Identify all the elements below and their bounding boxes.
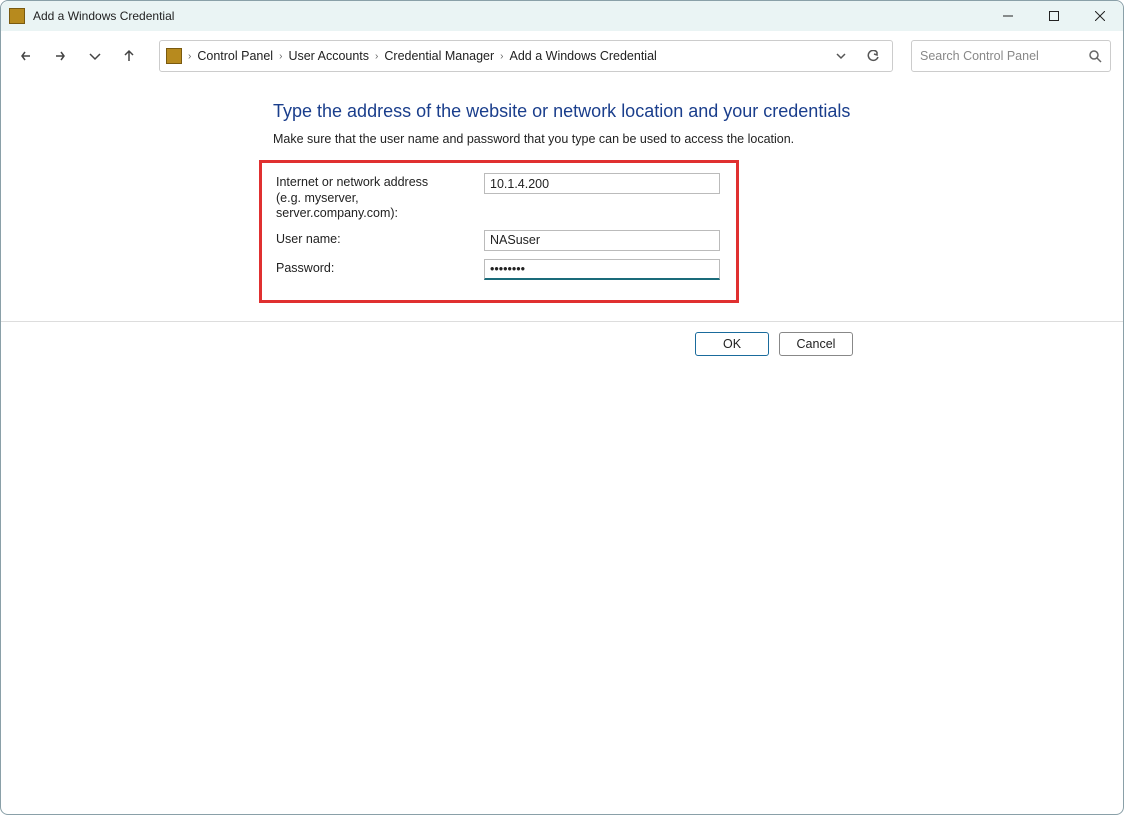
search-icon [1089,50,1102,63]
address-label: Internet or network address (e.g. myserv… [276,173,484,222]
password-row: Password: [276,259,722,280]
username-row: User name: [276,230,722,251]
button-row: OK Cancel [273,322,853,356]
arrow-right-icon [54,49,68,63]
address-bar[interactable]: › Control Panel › User Accounts › Creden… [159,40,893,72]
app-icon [9,8,25,24]
breadcrumb-item[interactable]: Add a Windows Credential [510,49,657,63]
arrow-up-icon [122,49,136,63]
chevron-down-icon [835,50,847,62]
breadcrumb-separator-icon: › [500,51,503,62]
control-panel-icon [166,48,182,64]
address-input[interactable] [484,173,720,194]
search-placeholder: Search Control Panel [920,49,1039,63]
breadcrumb-separator-icon: › [279,51,282,62]
breadcrumb-separator-icon: › [375,51,378,62]
nav-up-button[interactable] [115,42,143,70]
search-input[interactable]: Search Control Panel [911,40,1111,72]
maximize-icon [1049,11,1059,21]
window-title: Add a Windows Credential [33,9,174,23]
title-bar: Add a Windows Credential [1,1,1123,31]
username-input[interactable] [484,230,720,251]
breadcrumb-item[interactable]: Credential Manager [384,49,494,63]
refresh-button[interactable] [860,50,886,62]
cancel-button[interactable]: Cancel [779,332,853,356]
toolbar: › Control Panel › User Accounts › Creden… [1,31,1123,81]
content-area: Type the address of the website or netwo… [1,81,1123,814]
minimize-icon [1003,11,1013,21]
address-dropdown-button[interactable] [828,50,854,62]
close-button[interactable] [1077,1,1123,31]
close-icon [1095,11,1105,21]
username-label: User name: [276,230,484,248]
page-subtext: Make sure that the user name and passwor… [273,132,913,146]
credential-form-highlight: Internet or network address (e.g. myserv… [259,160,739,303]
breadcrumb-separator-icon: › [188,51,191,62]
breadcrumb-item[interactable]: User Accounts [288,49,369,63]
breadcrumb-item[interactable]: Control Panel [197,49,273,63]
nav-recent-button[interactable] [81,42,109,70]
maximize-button[interactable] [1031,1,1077,31]
refresh-icon [867,50,879,62]
page-heading: Type the address of the website or netwo… [273,101,913,122]
minimize-button[interactable] [985,1,1031,31]
address-row: Internet or network address (e.g. myserv… [276,173,722,222]
nav-back-button[interactable] [13,42,41,70]
nav-forward-button[interactable] [47,42,75,70]
arrow-left-icon [20,49,34,63]
password-input[interactable] [484,259,720,280]
password-label: Password: [276,259,484,277]
chevron-down-icon [88,49,102,63]
ok-button[interactable]: OK [695,332,769,356]
